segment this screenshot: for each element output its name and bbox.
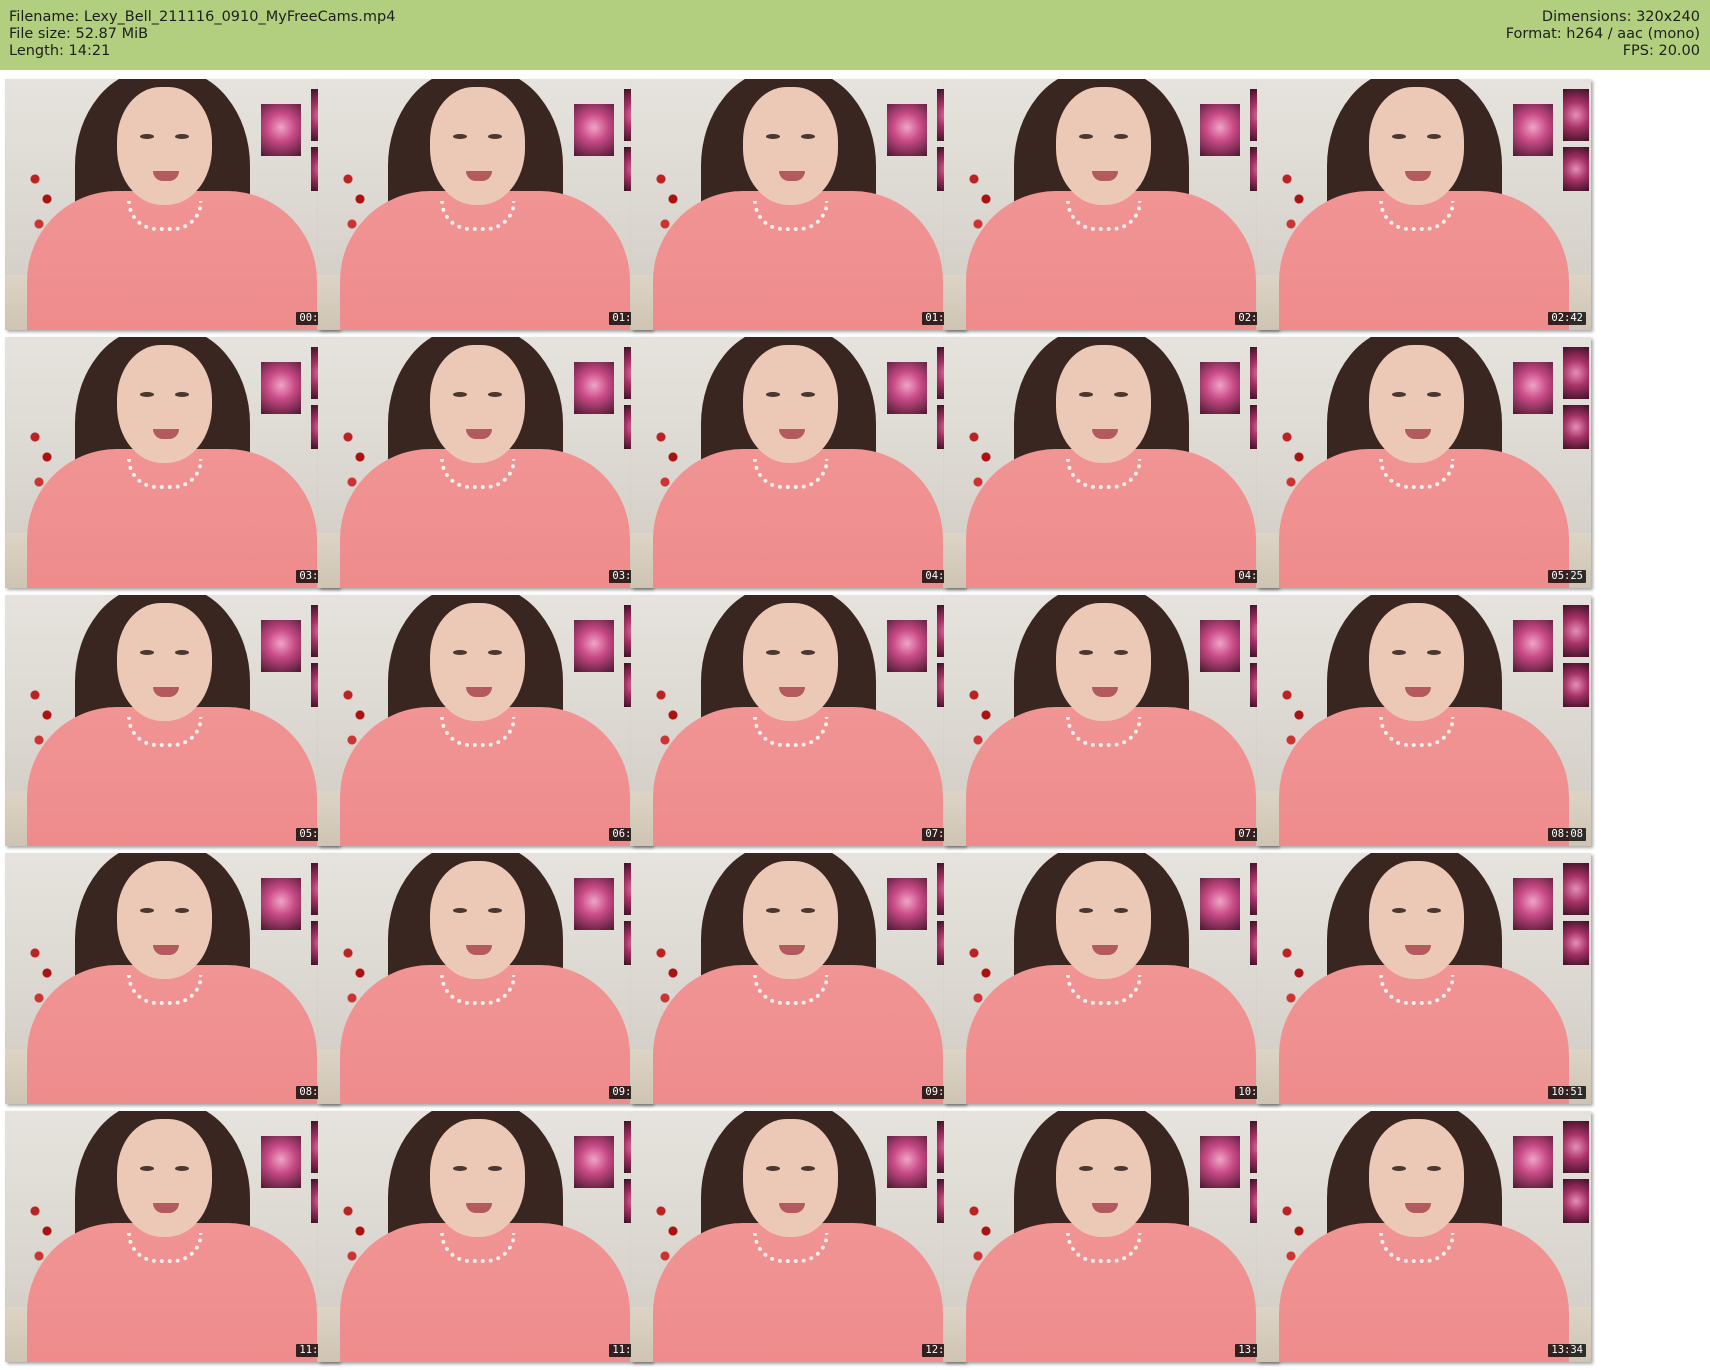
thumbnail-frame [1257, 595, 1591, 846]
video-thumbnail: 03:47 [318, 337, 652, 588]
video-thumbnail: 11:23 [5, 1111, 339, 1362]
thumbnail-frame [631, 1111, 965, 1362]
video-thumbnail: 06:30 [318, 595, 652, 846]
file-info-left: Filename: Lexy_Bell_211116_0910_MyFreeCa… [9, 9, 395, 60]
video-thumbnail: 12:29 [631, 1111, 965, 1362]
video-thumbnail: 07:35 [944, 595, 1278, 846]
fps-line: FPS: 20.00 [1622, 43, 1700, 59]
thumbnail-frame [318, 79, 652, 330]
thumbnail-frame [631, 595, 965, 846]
thumbnail-frame [944, 853, 1278, 1104]
video-thumbnail: 05:58 [5, 595, 339, 846]
thumbnail-frame [318, 337, 652, 588]
video-thumbnail: 07:03 [631, 595, 965, 846]
video-thumbnail: 10:51 [1257, 853, 1591, 1104]
thumbnail-frame [944, 595, 1278, 846]
thumbnail-frame [318, 853, 652, 1104]
thumbnail-frame [5, 337, 339, 588]
timestamp-label: 10:51 [1548, 1086, 1586, 1099]
filename-line: Filename: Lexy_Bell_211116_0910_MyFreeCa… [9, 9, 396, 25]
thumbnail-frame [944, 1111, 1278, 1362]
video-thumbnail: 02:42 [1257, 79, 1591, 330]
thumbnail-frame [5, 79, 339, 330]
timestamp-label: 02:42 [1548, 312, 1586, 325]
thumbnail-frame [1257, 853, 1591, 1104]
dimensions-line: Dimensions: 320x240 [1541, 9, 1700, 25]
filesize-line: File size: 52.87 MiB [9, 26, 149, 42]
video-thumbnail: 13:01 [944, 1111, 1278, 1362]
video-thumbnail: 04:20 [631, 337, 965, 588]
video-thumbnail: 10:18 [944, 853, 1278, 1104]
video-thumbnail: 04:53 [944, 337, 1278, 588]
thumbnail-frame [5, 595, 339, 846]
thumbnail-frame [631, 337, 965, 588]
video-thumbnail: 01:05 [318, 79, 652, 330]
format-value: h264 / aac (mono) [1566, 26, 1700, 42]
thumbnail-frame [944, 79, 1278, 330]
video-thumbnail: 08:08 [1257, 595, 1591, 846]
filename-value: Lexy_Bell_211116_0910_MyFreeCams.mp4 [83, 9, 396, 25]
video-thumbnail: 09:13 [318, 853, 652, 1104]
timestamp-label: 08:08 [1548, 828, 1586, 841]
timestamp-label: 13:34 [1548, 1344, 1586, 1357]
thumbnail-frame [5, 853, 339, 1104]
thumbnail-frame [1257, 337, 1591, 588]
video-thumbnail: 09:46 [631, 853, 965, 1104]
thumbnail-frame [5, 1111, 339, 1362]
video-thumbnail: 08:41 [5, 853, 339, 1104]
video-thumbnail: 05:25 [1257, 337, 1591, 588]
length-value: 14:21 [68, 43, 111, 59]
video-thumbnail: 01:37 [631, 79, 965, 330]
filesize-value: 52.87 MiB [75, 26, 149, 42]
thumbnail-frame [318, 1111, 652, 1362]
timestamp-label: 05:25 [1548, 570, 1586, 583]
video-thumbnail: 11:56 [318, 1111, 652, 1362]
length-line: Length: 14:21 [9, 43, 111, 59]
video-thumbnail: 03:15 [5, 337, 339, 588]
video-thumbnail: 13:34 [1257, 1111, 1591, 1362]
fps-value: 20.00 [1658, 43, 1700, 59]
video-thumbnail: 00:32 [5, 79, 339, 330]
dimensions-value: 320x240 [1636, 9, 1700, 25]
file-info-right: Dimensions: 320x240 Format: h264 / aac (… [1506, 9, 1700, 60]
thumbnail-frame [631, 79, 965, 330]
format-line: Format: h264 / aac (mono) [1505, 26, 1700, 42]
thumbnail-frame [1257, 79, 1591, 330]
thumbnail-grid: 00:32 01:05 01:37 02:10 02:42 03:15 03:47 04:20… [5, 79, 1705, 1364]
thumbnail-frame [944, 337, 1278, 588]
thumbnail-frame [318, 595, 652, 846]
info-header: Filename: Lexy_Bell_211116_0910_MyFreeCa… [0, 0, 1710, 70]
video-thumbnail: 02:10 [944, 79, 1278, 330]
thumbnail-frame [631, 853, 965, 1104]
thumbnail-frame [1257, 1111, 1591, 1362]
